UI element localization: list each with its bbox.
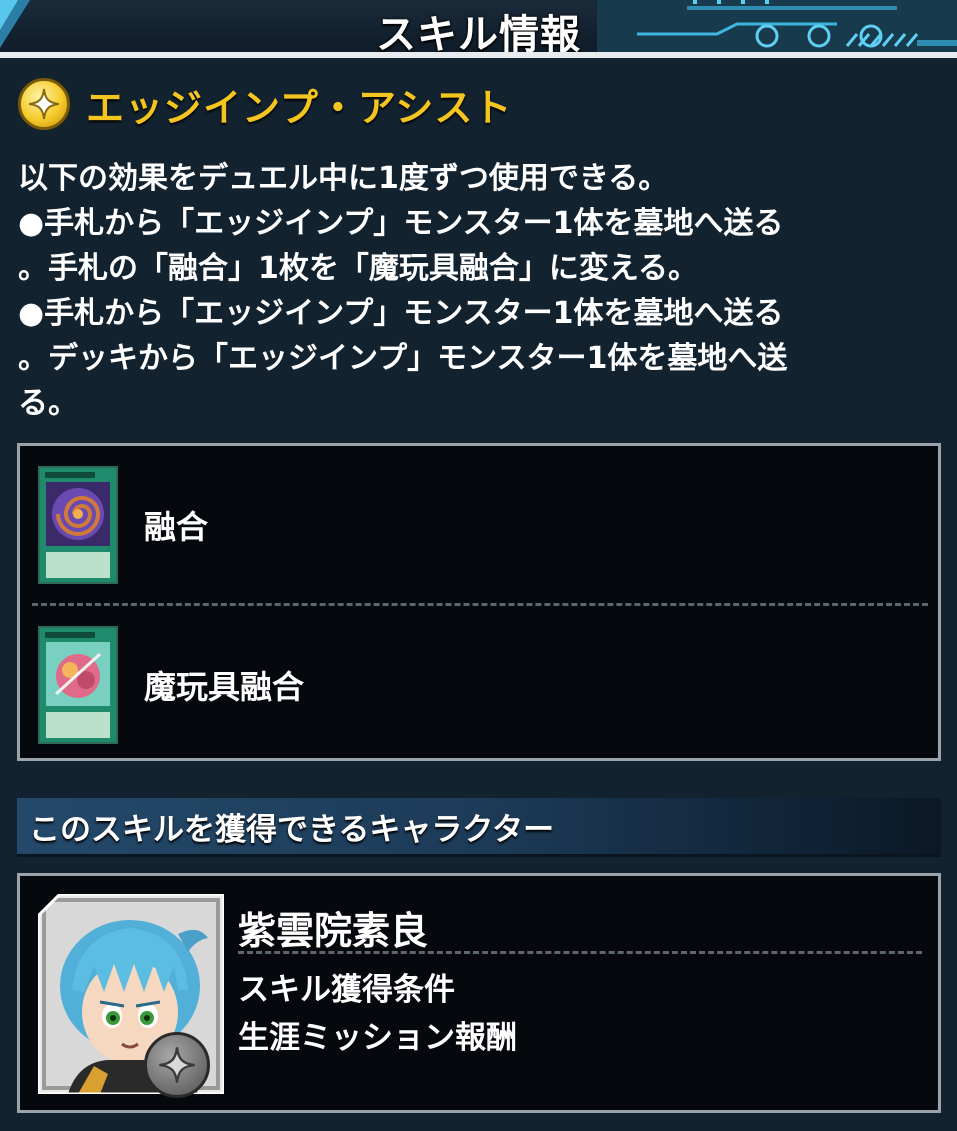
section-header: このスキルを獲得できるキャラクター [17, 798, 941, 854]
card-name-strip [45, 632, 95, 638]
skill-description: 以下の効果をデュエル中に1度ずつ使用できる。 ●手札から「エッジインプ」モンスタ… [18, 156, 943, 426]
acquisition-condition-label: スキル獲得条件 [238, 972, 455, 1008]
page-title: スキル情報 [376, 12, 581, 52]
description-line: ●手札から「エッジインプ」モンスター1体を墓地へ送る [18, 206, 784, 241]
card-text-box [46, 712, 110, 738]
card-name: 融合 [144, 508, 209, 546]
section-title: このスキルを獲得できるキャラクター [29, 811, 555, 848]
character-card: 紫雲院素良 スキル獲得条件 生涯ミッション報酬 [17, 873, 941, 1113]
description-line: 。手札の「融合」1枚を「魔玩具融合」に変える。 [18, 251, 698, 286]
skill-heading: エッジインプ・アシスト [18, 76, 512, 132]
card-art [46, 482, 110, 546]
card-row-frightfur-fusion[interactable]: 魔玩具融合 [20, 606, 938, 764]
card-row-fusion[interactable]: 融合 [20, 446, 938, 604]
sparkle-icon [144, 1032, 210, 1098]
description-line: る。 [18, 386, 78, 421]
related-cards-list: 融合 魔玩具融合 [17, 443, 941, 761]
card-art [46, 642, 110, 706]
card-image-frightfur-fusion[interactable] [38, 626, 118, 744]
card-text-box [46, 552, 110, 578]
character-name: 紫雲院素良 [238, 909, 429, 953]
card-image-fusion[interactable] [38, 466, 118, 584]
character-divider [238, 951, 922, 954]
sparkle-icon [18, 78, 70, 130]
description-line: 。デッキから「エッジインプ」モンスター1体を墓地へ送 [18, 341, 788, 376]
skill-name: エッジインプ・アシスト [86, 85, 513, 130]
card-name-strip [45, 472, 95, 478]
header-bar: スキル情報 [0, 0, 957, 52]
skill-info-panel: エッジインプ・アシスト 以下の効果をデュエル中に1度ずつ使用できる。 ●手札から… [0, 58, 957, 1131]
description-line: 以下の効果をデュエル中に1度ずつ使用できる。 [18, 161, 669, 196]
acquisition-condition-value: 生涯ミッション報酬 [238, 1020, 517, 1056]
card-name: 魔玩具融合 [144, 668, 305, 706]
description-line: ●手札から「エッジインプ」モンスター1体を墓地へ送る [18, 296, 784, 331]
